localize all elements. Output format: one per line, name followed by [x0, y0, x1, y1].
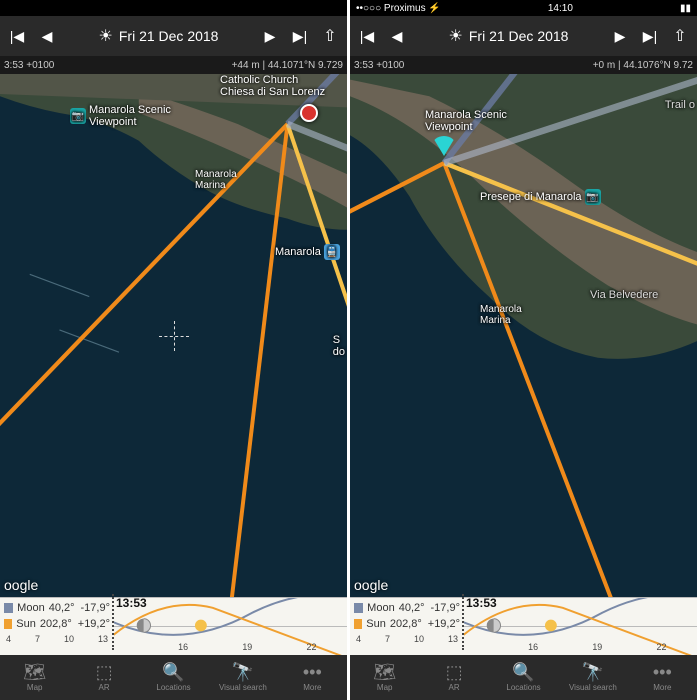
status-bar	[0, 0, 347, 16]
more-icon: •••	[653, 663, 672, 681]
skip-prev-button[interactable]: |◀	[354, 23, 380, 49]
svg-text:19: 19	[592, 642, 602, 652]
time-flag: 13:53	[466, 596, 497, 610]
ephemeris-panel: Moon 40,2°-17,9° Sun 202,8°+19,2° 4 7 10…	[350, 597, 697, 655]
timeline-curves: 16 19 22	[464, 598, 697, 655]
poi-trail: Trail o	[665, 99, 695, 111]
ephemeris-timeline[interactable]: 13:53 16 19 22	[114, 598, 347, 655]
prev-button[interactable]: ◀	[34, 23, 60, 49]
map-icon: 🗺	[373, 663, 396, 681]
info-coords: +0 m | 44.1076°N 9.72	[593, 60, 693, 71]
info-time: 3:53 +0100	[4, 60, 54, 71]
share-button[interactable]: ⇧	[317, 23, 343, 49]
next-button[interactable]: ▶	[257, 23, 283, 49]
legend-sun-row: Sun 202,8°+19,2°	[354, 616, 460, 632]
svg-text:22: 22	[657, 642, 667, 652]
tab-bar: 🗺Map ⬚AR 🔍Locations 🔭Visual search •••Mo…	[0, 655, 347, 700]
tab-visual-search[interactable]: 🔭Visual search	[208, 655, 277, 700]
next-button[interactable]: ▶	[607, 23, 633, 49]
legend-ticks: 4 7 10 13	[4, 634, 110, 644]
tab-ar[interactable]: ⬚AR	[69, 655, 138, 700]
svg-text:22: 22	[307, 642, 317, 652]
telescope-icon: 🔭	[582, 663, 604, 681]
poi-presepe[interactable]: Presepe di Manarola 📷	[480, 189, 601, 205]
tab-locations[interactable]: 🔍Locations	[139, 655, 208, 700]
map-attribution: oogle	[4, 577, 38, 593]
status-bar: ••○○○ Proximus ⚡ 14:10 ▮▮	[350, 0, 697, 16]
map-view[interactable]: 📷 Manarola Scenic Viewpoint Catholic Chu…	[0, 74, 347, 597]
map-attribution: oogle	[354, 577, 388, 593]
map-terrain	[350, 74, 697, 597]
svg-text:16: 16	[528, 642, 538, 652]
tab-visual-search[interactable]: 🔭Visual search	[558, 655, 627, 700]
search-icon: 🔍	[512, 663, 534, 681]
poi-marina[interactable]: Manarola Marina	[480, 304, 522, 326]
tab-map[interactable]: 🗺Map	[350, 655, 419, 700]
poi-station[interactable]: Manarola 🚆	[275, 244, 340, 260]
poi-viewpoint[interactable]: Manarola Scenic Viewpoint	[425, 109, 507, 133]
info-time: 3:53 +0100	[354, 60, 404, 71]
poi-viewpoint[interactable]: 📷 Manarola Scenic Viewpoint	[70, 104, 171, 128]
moon-swatch	[354, 603, 363, 613]
share-button[interactable]: ⇧	[667, 23, 693, 49]
timeline-curves: 16 19 22	[114, 598, 347, 655]
tab-locations[interactable]: 🔍Locations	[489, 655, 558, 700]
search-icon: 🔍	[162, 663, 184, 681]
info-bar: 3:53 +0100 +44 m | 44.1071°N 9.729	[0, 56, 347, 74]
legend-sun-row: Sun 202,8°+19,2°	[4, 616, 110, 632]
legend-moon-row: Moon 40,2°-17,9°	[4, 600, 110, 616]
poi-church[interactable]: Catholic Church Chiesa di San Lorenz	[220, 74, 325, 98]
train-icon: 🚆	[324, 244, 340, 260]
sun-icon	[449, 26, 463, 46]
skip-next-button[interactable]: ▶|	[637, 23, 663, 49]
svg-text:16: 16	[178, 642, 188, 652]
map-view[interactable]: Manarola Scenic Viewpoint Presepe di Man…	[350, 74, 697, 597]
status-right: ▮▮	[680, 3, 691, 14]
ephemeris-timeline[interactable]: 13:53 16 19 22	[464, 598, 697, 655]
ephemeris-panel: Moon 40,2°-17,9° Sun 202,8°+19,2° 4 7 10…	[0, 597, 347, 655]
moon-swatch	[4, 603, 13, 613]
poi-marina[interactable]: Manarola Marina	[195, 169, 237, 191]
skip-prev-button[interactable]: |◀	[4, 23, 30, 49]
legend-ticks: 4 7 10 13	[354, 634, 460, 644]
info-coords: +44 m | 44.1071°N 9.729	[232, 60, 343, 71]
info-bar: 3:53 +0100 +0 m | 44.1076°N 9.72	[350, 56, 697, 74]
status-carrier: ••○○○ Proximus ⚡	[356, 3, 441, 14]
poi-belvedere[interactable]: Via Belvedere	[590, 289, 658, 301]
map-icon: 🗺	[23, 663, 46, 681]
right-pane: ••○○○ Proximus ⚡ 14:10 ▮▮ |◀ ◀ Fri 21 De…	[350, 0, 700, 700]
status-time: 14:10	[548, 3, 573, 14]
tab-more[interactable]: •••More	[628, 655, 697, 700]
tab-bar: 🗺Map ⬚AR 🔍Locations 🔭Visual search •••Mo…	[350, 655, 697, 700]
date-label[interactable]: Fri 21 Dec 2018	[64, 26, 253, 46]
map-pin-observer[interactable]	[432, 136, 456, 156]
cube-icon: ⬚	[446, 663, 463, 681]
ephemeris-legend: Moon 40,2°-17,9° Sun 202,8°+19,2° 4 7 10…	[350, 598, 464, 655]
prev-button[interactable]: ◀	[384, 23, 410, 49]
poi-edge: S do	[333, 334, 345, 358]
ephemeris-legend: Moon 40,2°-17,9° Sun 202,8°+19,2° 4 7 10…	[0, 598, 114, 655]
telescope-icon: 🔭	[232, 663, 254, 681]
time-flag: 13:53	[116, 596, 147, 610]
date-bar: |◀ ◀ Fri 21 Dec 2018 ▶ ▶| ⇧	[0, 16, 347, 56]
legend-moon-row: Moon 40,2°-17,9°	[354, 600, 460, 616]
sun-swatch	[354, 619, 362, 629]
tab-ar[interactable]: ⬚AR	[419, 655, 488, 700]
map-pin-target[interactable]	[300, 104, 318, 122]
date-bar: |◀ ◀ Fri 21 Dec 2018 ▶ ▶| ⇧	[350, 16, 697, 56]
cube-icon: ⬚	[96, 663, 113, 681]
crosshair-icon	[159, 321, 189, 351]
sun-icon	[99, 26, 113, 46]
tab-more[interactable]: •••More	[278, 655, 347, 700]
skip-next-button[interactable]: ▶|	[287, 23, 313, 49]
sun-swatch	[4, 619, 12, 629]
tab-map[interactable]: 🗺Map	[0, 655, 69, 700]
camera-icon: 📷	[585, 189, 601, 205]
more-icon: •••	[303, 663, 322, 681]
sun-marker	[195, 620, 207, 632]
camera-icon: 📷	[70, 108, 86, 124]
svg-text:19: 19	[242, 642, 252, 652]
left-pane: |◀ ◀ Fri 21 Dec 2018 ▶ ▶| ⇧ 3:53 +0100 +…	[0, 0, 350, 700]
date-label[interactable]: Fri 21 Dec 2018	[414, 26, 603, 46]
